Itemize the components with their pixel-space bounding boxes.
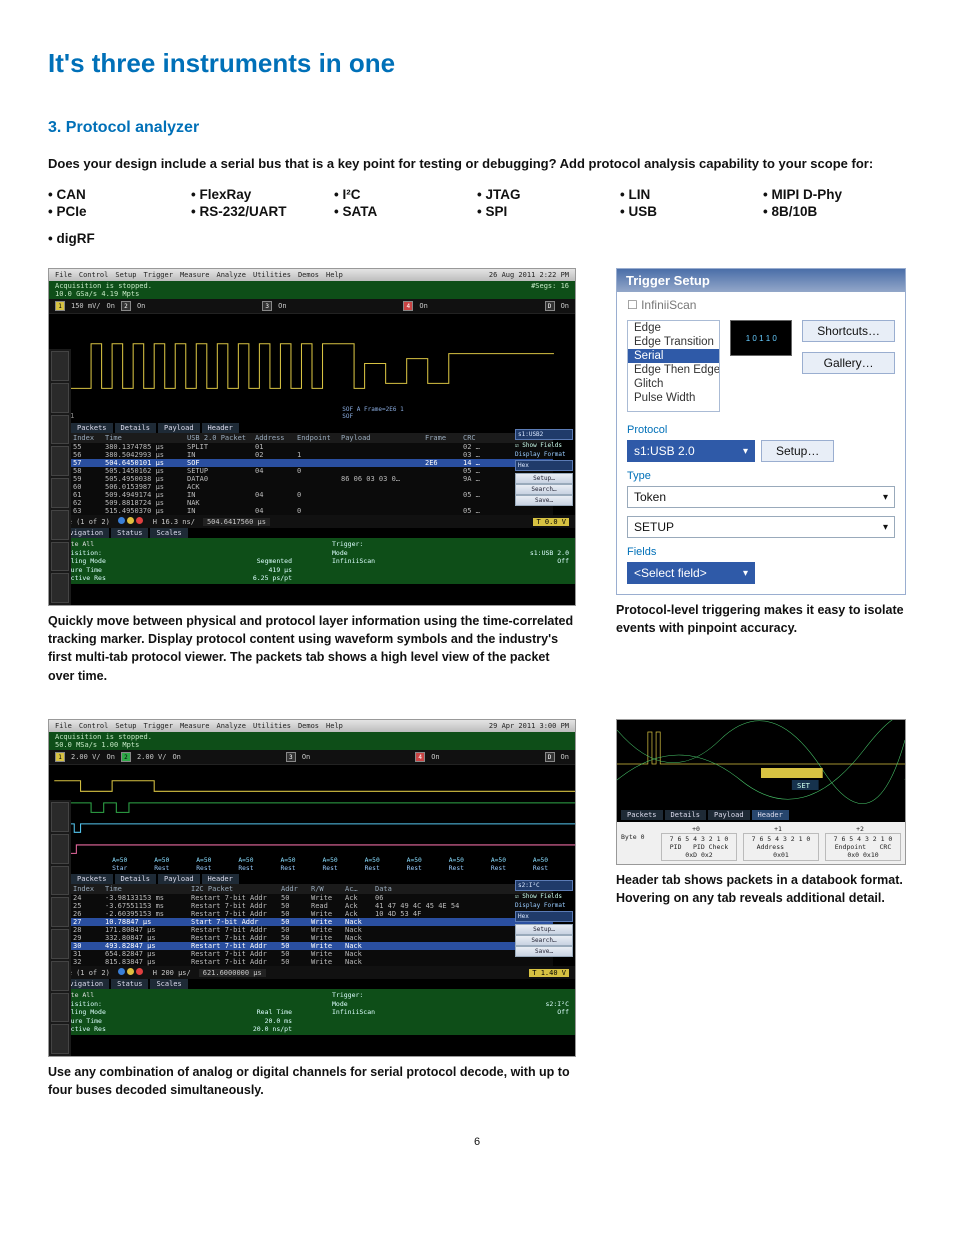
protocol-item: RS-232/UART <box>191 204 334 219</box>
scope-date: 26 Aug 2011 2:22 PM <box>489 271 569 279</box>
display-format[interactable]: Hex <box>515 460 573 471</box>
caption-trigger: Protocol-level triggering makes it easy … <box>616 601 906 637</box>
svg-text:Star: Star <box>112 865 127 872</box>
waveform-area: 1 SOF A Frame=2E6 1SOF <box>49 313 575 423</box>
svg-text:Rest: Rest <box>280 865 295 872</box>
packet-tabs: PacketsDetailsPayloadHeader <box>49 423 575 433</box>
scope-acq-line: Acquisition is stopped. #Segs: 16 10.0 G… <box>49 281 575 299</box>
trigger-wave-preview: 1 0 1 1 0 <box>730 320 792 356</box>
scope-timebase: More (1 of 2) H 16.3 ns/ 504.6417560 µs … <box>49 515 575 528</box>
svg-text:A=50: A=50 <box>154 857 169 864</box>
caption-scope1: Quickly move between physical and protoc… <box>48 612 576 685</box>
frame-overlay: SOF A Frame=2E6 1SOF <box>338 405 407 421</box>
caption-header: Header tab shows packets in a databook f… <box>616 871 906 907</box>
scope-i2c-screenshot: FileControlSetupTriggerMeasureAnalyzeUti… <box>48 719 576 1057</box>
svg-text:Rest: Rest <box>238 865 253 872</box>
svg-text:A=50: A=50 <box>491 857 506 864</box>
svg-text:Rest: Rest <box>449 865 464 872</box>
scope-sidebar <box>49 349 71 605</box>
type-label: Type <box>617 466 905 482</box>
fields-select[interactable]: <Select field>▾ <box>627 562 755 584</box>
bus-select[interactable]: s1:USB2 <box>515 429 573 440</box>
trigger-setup-panel: Trigger Setup ☐ InfiniiScan EdgeEdge Tra… <box>616 268 906 595</box>
trigger-setup-title: Trigger Setup <box>617 269 905 292</box>
svg-text:A=50: A=50 <box>112 857 127 864</box>
svg-text:A=50: A=50 <box>407 857 422 864</box>
svg-text:Rest: Rest <box>365 865 380 872</box>
protocol-select[interactable]: s1:USB 2.0▾ <box>627 440 755 462</box>
protocol-item: FlexRay <box>191 187 334 202</box>
gallery-button[interactable]: Gallery… <box>802 352 895 374</box>
protocol-label: Protocol <box>617 420 905 436</box>
channel-bar: 1150 mV/On 2On 3On 4On DOn <box>49 299 575 313</box>
svg-text:SET: SET <box>797 781 811 790</box>
protocol-item: CAN <box>48 187 191 202</box>
svg-text:A=50: A=50 <box>365 857 380 864</box>
svg-text:A=50: A=50 <box>449 857 464 864</box>
packet-right-panel: s1:USB2 ☑ Show Fields Display Format Hex… <box>515 429 573 506</box>
show-fields-check[interactable]: ☑ Show Fields <box>515 442 573 449</box>
infiniiscan-check[interactable]: ☐ InfiniiScan <box>627 298 696 312</box>
protocol-setup-button[interactable]: Setup… <box>761 440 834 462</box>
protocol-item: 8B/10B <box>763 204 906 219</box>
svg-text:A=50: A=50 <box>196 857 211 864</box>
scope-usb-screenshot: FileControlSetupTriggerMeasureAnalyzeUti… <box>48 268 576 606</box>
intro-text: Does your design include a serial bus th… <box>48 155 906 173</box>
svg-text:Rest: Rest <box>533 865 548 872</box>
display-format[interactable]: Hex <box>515 911 573 922</box>
header-tabs: PacketsDetailsPayloadHeader <box>617 808 905 822</box>
marker-dots <box>118 517 145 526</box>
svg-text:A=50: A=50 <box>323 857 338 864</box>
svg-text:Rest: Rest <box>196 865 211 872</box>
page-title: It's three instruments in one <box>48 48 906 79</box>
svg-text:A=50: A=50 <box>238 857 253 864</box>
bus-select[interactable]: s2:I²C <box>515 880 573 891</box>
protocol-item: JTAG <box>477 187 620 202</box>
shortcuts-button[interactable]: Shortcuts… <box>802 320 895 342</box>
svg-text:A=50: A=50 <box>533 857 548 864</box>
setup-select[interactable]: SETUP▾ <box>627 516 895 538</box>
packet-table: IndexTimeUSB 2.0 PacketAddressEndpointPa… <box>71 433 553 515</box>
waveform-area: Star Rest Rest Rest Rest Rest Rest Rest Rest R… <box>49 764 575 874</box>
header-tab-screenshot: SET PacketsDetailsPayloadHeader +0+1+2 B… <box>616 719 906 865</box>
fields-label: Fields <box>617 542 905 558</box>
page-number: 6 <box>48 1136 906 1148</box>
protocol-item: SPI <box>477 204 620 219</box>
type-select[interactable]: Token▾ <box>627 486 895 508</box>
protocol-item: PCIe <box>48 204 191 219</box>
header-waveform: SET <box>617 720 905 808</box>
scope-menubar: FileControlSetupTriggerMeasureAnalyzeUti… <box>49 269 575 281</box>
show-fields-check[interactable]: ☑ Show Fields <box>515 893 573 900</box>
svg-text:Rest: Rest <box>491 865 506 872</box>
svg-text:Rest: Rest <box>323 865 338 872</box>
protocol-item: MIPI D-Phy <box>763 187 906 202</box>
svg-text:Rest: Rest <box>154 865 169 872</box>
scope-status: Delete All Acquisition: Sampling ModeSeg… <box>49 538 575 584</box>
caption-scope2: Use any combination of analog or digital… <box>48 1063 576 1099</box>
trigger-type-list[interactable]: EdgeEdge TransitionSerialEdge Then EdgeG… <box>627 320 720 412</box>
protocol-extra: digRF <box>48 231 906 246</box>
protocol-item: I²C <box>334 187 477 202</box>
protocol-item: USB <box>620 204 763 219</box>
svg-text:Rest: Rest <box>407 865 422 872</box>
svg-text:A=50: A=50 <box>280 857 295 864</box>
protocol-grid: CANFlexRayI²CJTAGLINMIPI D-Phy PCIeRS-232… <box>48 187 906 219</box>
header-bits: +0+1+2 Byte 0 7 6 5 4 3 2 1 0PIDPID Chec… <box>617 822 905 864</box>
section-title: 3. Protocol analyzer <box>48 119 906 137</box>
protocol-item: SATA <box>334 204 477 219</box>
protocol-item: LIN <box>620 187 763 202</box>
